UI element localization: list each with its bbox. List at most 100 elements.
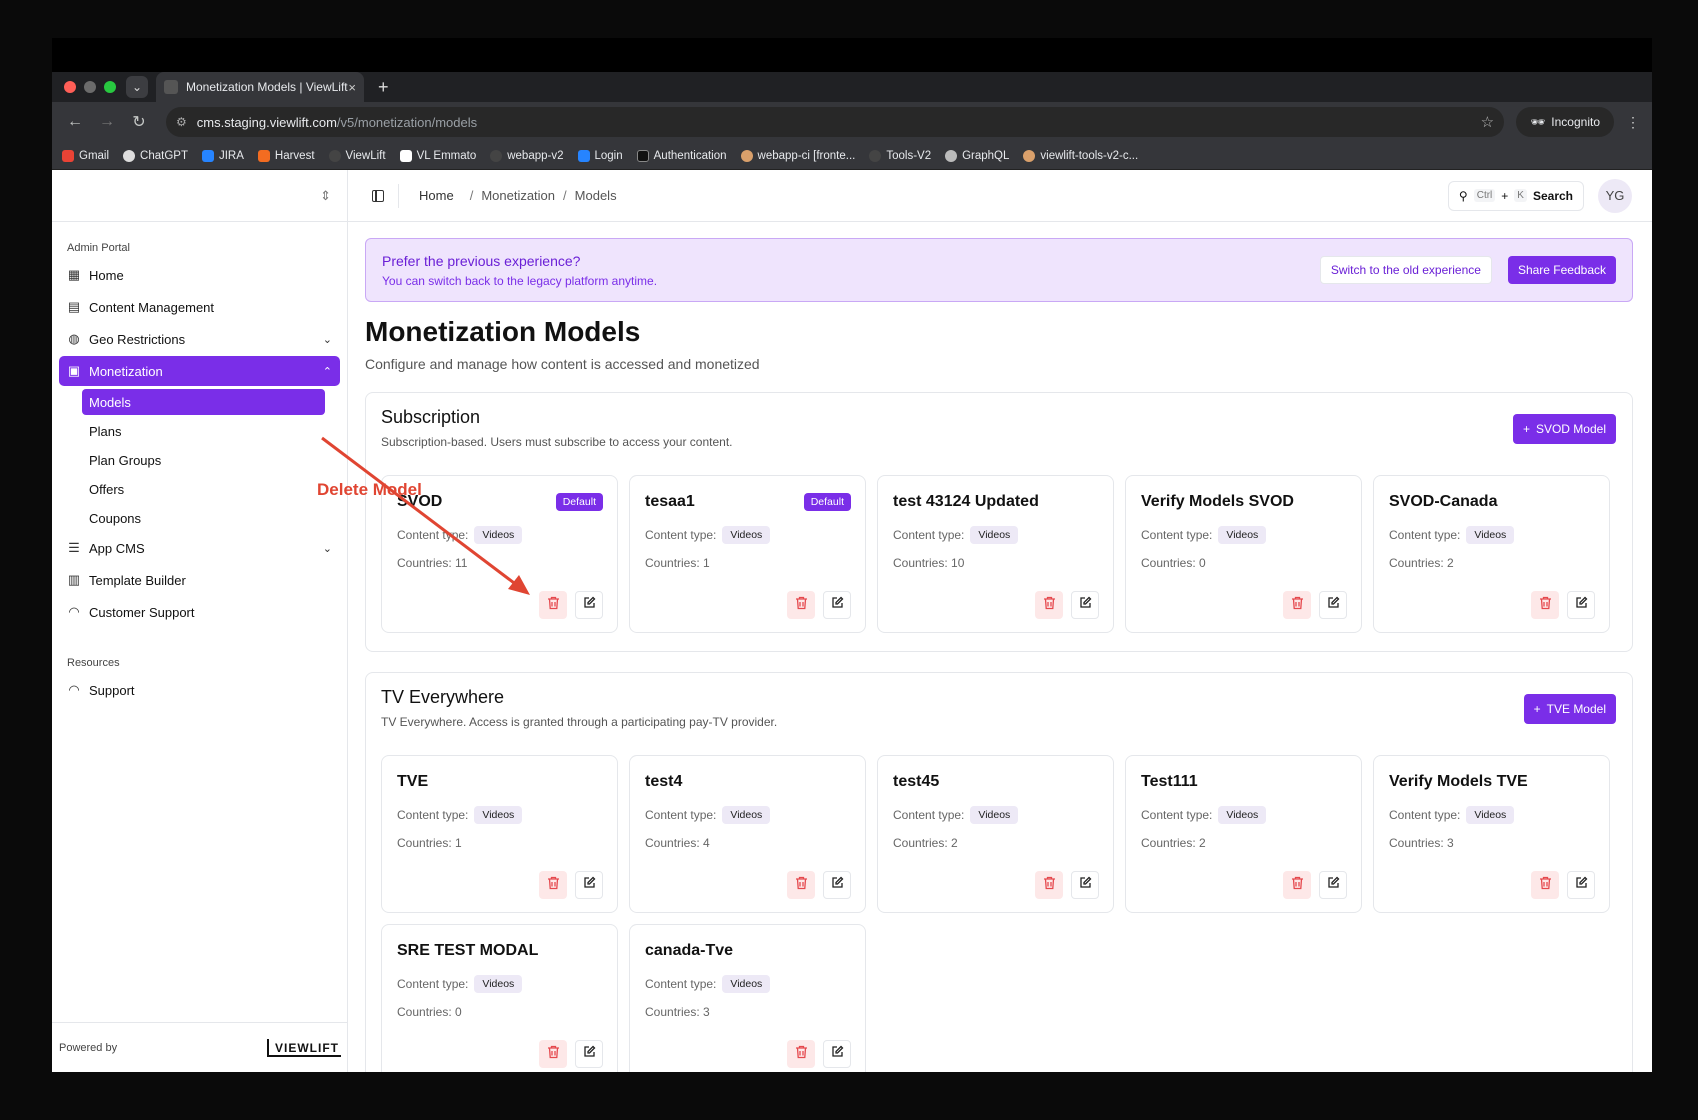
main-area: Home / Monetization / Models ⚲ Ctrl + K … — [348, 170, 1652, 1072]
plus-icon: + — [1522, 422, 1530, 436]
site-info-icon[interactable]: ⚙ — [176, 115, 187, 129]
sidebar-item-monetization[interactable]: ▣ Monetization ⌃ — [59, 356, 340, 386]
bookmark-item[interactable]: JIRA — [201, 149, 244, 162]
sidebar-subitem-plans[interactable]: Plans — [82, 418, 325, 444]
content-type-pill: Videos — [1466, 806, 1515, 824]
edit-model-button[interactable] — [1319, 591, 1347, 619]
viewlift-logo: VIEWLIFT — [267, 1038, 341, 1057]
page-content: Prefer the previous experience? You can … — [348, 222, 1652, 1072]
forward-icon[interactable]: → — [96, 113, 118, 131]
sidebar-item-geo-restrictions[interactable]: ◍ Geo Restrictions ⌄ — [59, 324, 340, 354]
address-bar: ← → ↻ ⚙ cms.staging.viewlift.com/v5/mone… — [52, 102, 1652, 142]
delete-model-button[interactable] — [1283, 591, 1311, 619]
edit-icon — [831, 1045, 844, 1063]
delete-model-button[interactable] — [1531, 591, 1559, 619]
avatar[interactable]: YG — [1598, 178, 1632, 213]
bookmark-item[interactable]: ChatGPT — [123, 149, 188, 162]
content-type-pill: Videos — [474, 975, 523, 993]
edit-model-button[interactable] — [575, 871, 603, 899]
close-window-button[interactable] — [64, 81, 76, 93]
bookmark-item[interactable]: Gmail — [62, 149, 109, 162]
delete-model-button[interactable] — [787, 1040, 815, 1068]
bookmark-item[interactable]: Login — [577, 149, 623, 162]
new-tab-button[interactable]: + — [378, 77, 389, 98]
delete-model-button[interactable] — [539, 591, 567, 619]
countries-count: Countries: 1 — [397, 836, 462, 850]
bookmark-item[interactable]: GraphQL — [945, 149, 1009, 162]
edit-model-button[interactable] — [823, 591, 851, 619]
content-type-pill: Videos — [722, 806, 771, 824]
url-field[interactable]: ⚙ cms.staging.viewlift.com/v5/monetizati… — [166, 107, 1505, 137]
sidebar-subitem-models[interactable]: Models — [82, 389, 325, 415]
delete-model-button[interactable] — [1283, 871, 1311, 899]
subscription-cards: SVOD Default Content type: Videos Countries:… — [381, 475, 1617, 633]
sidebar-item-customer-support[interactable]: ◠ Customer Support — [59, 597, 340, 627]
bookmark-item[interactable]: ViewLift — [328, 149, 386, 162]
delete-model-button[interactable] — [1035, 591, 1063, 619]
countries-count: Countries: 1 — [645, 556, 710, 570]
section-description: TV Everywhere. Access is granted through… — [381, 715, 778, 729]
tab-close-icon[interactable]: × — [348, 80, 356, 95]
edit-model-button[interactable] — [823, 1040, 851, 1068]
sidebar-item-content-management[interactable]: ▤ Content Management — [59, 292, 340, 322]
sidebar-item-home[interactable]: ▦ Home — [59, 260, 340, 290]
bookmark-item[interactable]: Authentication — [636, 149, 727, 162]
edit-model-button[interactable] — [575, 1040, 603, 1068]
browser-tab[interactable]: Monetization Models | ViewLift × — [156, 72, 364, 102]
edit-model-button[interactable] — [1567, 871, 1595, 899]
bookmark-item[interactable]: Harvest — [257, 149, 315, 162]
sidebar-item-template-builder[interactable]: ▥ Template Builder — [59, 565, 340, 595]
delete-model-button[interactable] — [539, 871, 567, 899]
breadcrumb-separator: / — [563, 188, 567, 203]
content-type: Content type: Videos — [397, 975, 602, 993]
trash-icon — [1539, 596, 1552, 615]
edit-model-button[interactable] — [1567, 591, 1595, 619]
bookmark-item[interactable]: VL Emmato — [399, 149, 476, 162]
sidebar-item-app-cms[interactable]: ☰ App CMS ⌄ — [59, 533, 340, 563]
sidebar-subitem-plan-groups[interactable]: Plan Groups — [82, 447, 325, 473]
delete-model-button[interactable] — [539, 1040, 567, 1068]
edit-model-button[interactable] — [575, 591, 603, 619]
search-icon: ⚲ — [1458, 188, 1468, 203]
add-tve-model-button[interactable]: + TVE Model — [1523, 694, 1616, 724]
bookmark-item[interactable]: viewlift-tools-v2-c... — [1023, 149, 1138, 162]
delete-model-button[interactable] — [1035, 871, 1063, 899]
search-button[interactable]: ⚲ Ctrl + K Search — [1447, 180, 1584, 211]
bookmark-item[interactable]: Tools-V2 — [869, 149, 931, 162]
add-svod-model-button[interactable]: + SVOD Model — [1512, 414, 1616, 444]
content-type: Content type: Videos — [645, 526, 850, 544]
back-icon[interactable]: ← — [64, 113, 86, 131]
edit-model-button[interactable] — [1071, 591, 1099, 619]
url-host: cms.staging.viewlift.com — [196, 114, 337, 130]
share-feedback-button[interactable]: Share Feedback — [1507, 256, 1616, 284]
bookmark-item[interactable]: webapp-v2 — [490, 149, 564, 162]
bookmark-item[interactable]: webapp-ci [fronte... — [740, 149, 855, 162]
countries-count: Countries: 10 — [893, 556, 965, 570]
sidebar-subitem-offers[interactable]: Offers — [82, 476, 325, 502]
org-switcher-icon[interactable]: ⇕ — [320, 188, 331, 204]
switch-old-experience-button[interactable]: Switch to the old experience — [1319, 256, 1492, 284]
reload-icon[interactable]: ↻ — [128, 112, 150, 132]
breadcrumb-monetization[interactable]: Monetization — [481, 188, 555, 203]
sidebar-item-support[interactable]: ◠ Support — [59, 675, 340, 705]
content-type: Content type: Videos — [1141, 806, 1346, 824]
delete-model-button[interactable] — [787, 591, 815, 619]
favicon-icon — [164, 80, 178, 94]
content-type: Content type: Videos — [645, 975, 850, 993]
breadcrumb-home[interactable]: Home — [419, 188, 454, 203]
sidebar-toggle-icon[interactable] — [372, 189, 384, 202]
incognito-indicator[interactable]: 🕶 Incognito — [1516, 107, 1614, 137]
edit-model-button[interactable] — [1319, 871, 1347, 899]
edit-model-button[interactable] — [1071, 871, 1099, 899]
sidebar-subitem-coupons[interactable]: Coupons — [82, 505, 325, 531]
minimize-window-button[interactable] — [84, 81, 96, 93]
edit-model-button[interactable] — [823, 871, 851, 899]
breadcrumb-separator: / — [469, 188, 474, 203]
maximize-window-button[interactable] — [104, 81, 116, 93]
delete-model-button[interactable] — [1531, 871, 1559, 899]
delete-model-button[interactable] — [787, 871, 815, 899]
tab-search-button[interactable]: ⌄ — [126, 76, 148, 98]
bookmark-star-icon[interactable]: ☆ — [1481, 113, 1494, 131]
chevron-down-icon: ⌄ — [131, 80, 143, 94]
browser-menu-icon[interactable]: ⋮ — [1626, 114, 1640, 131]
